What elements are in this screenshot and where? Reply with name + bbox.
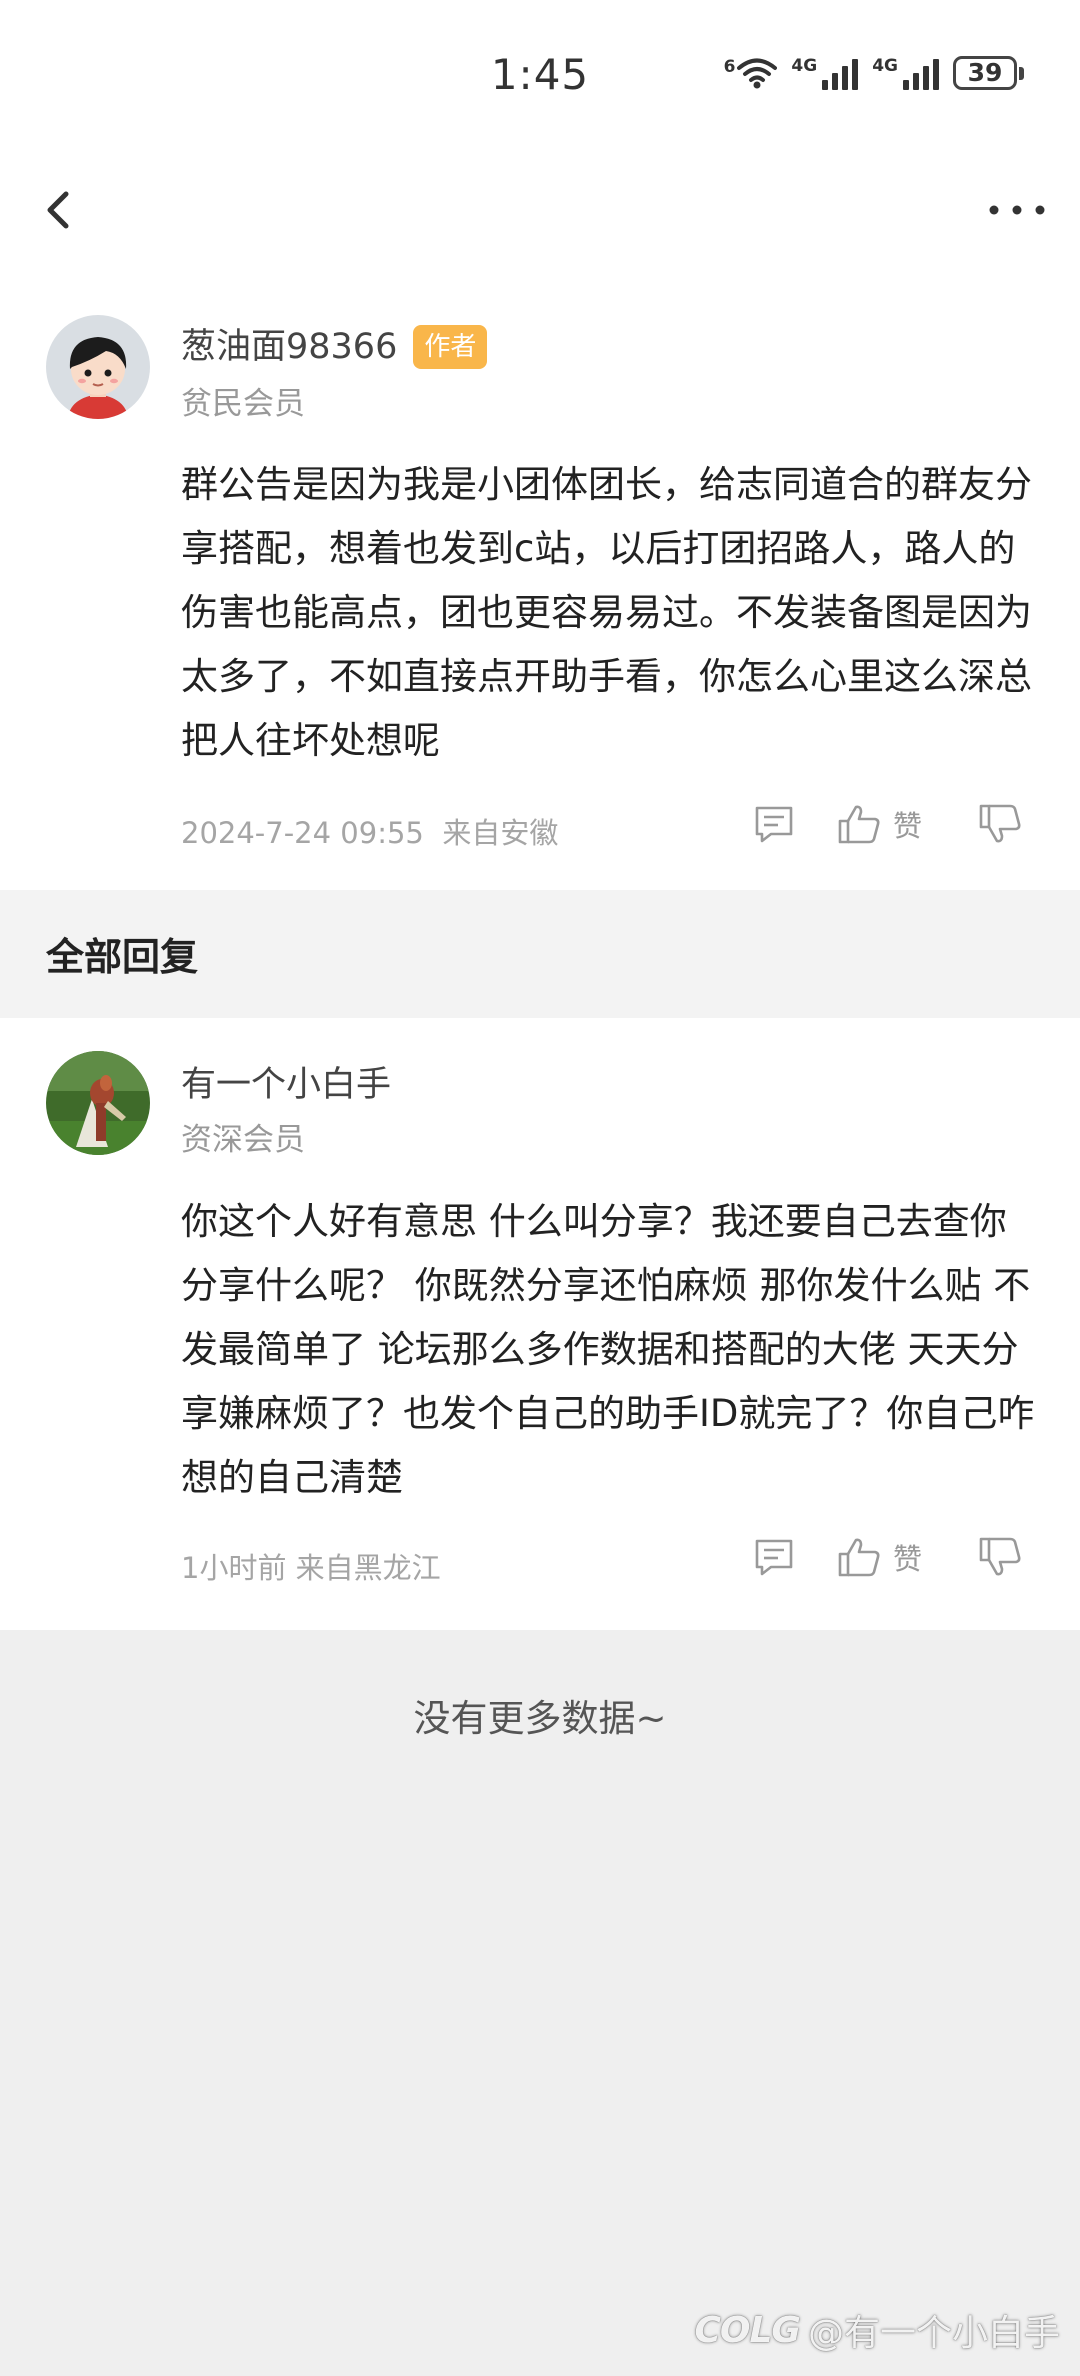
post-location: 来自安徽 — [442, 816, 559, 850]
nav-bar — [0, 150, 1080, 270]
battery-icon: 39 — [953, 56, 1024, 90]
reply-user-name[interactable]: 有一个小白手 — [181, 1056, 391, 1107]
reply-actions: 赞 — [753, 1536, 1022, 1578]
network-label-1: 4G — [791, 56, 818, 76]
post-time: 2024-7-24 09:55 — [181, 816, 424, 850]
avatar[interactable] — [46, 1051, 150, 1155]
more-horizontal-icon — [989, 205, 1045, 215]
like-label: 赞 — [892, 809, 922, 843]
network-label-2: 4G — [872, 56, 898, 76]
post-actions: 赞 — [753, 803, 1022, 845]
thumbs-down-icon — [979, 1537, 1021, 1576]
reply-item: 有一个小白手 资深会员 你这个人好有意思 什么叫分享？我还要自己去查你分享什么呢… — [0, 1018, 1080, 1630]
reply-meta: 1小时前 来自黑龙江 — [181, 1545, 441, 1587]
cell-signal-icon-2: 4G — [872, 56, 939, 90]
status-icons: 6 4G 4G 39 — [724, 56, 1024, 90]
post-content: 群公告是因为我是小团体团长，给志同道合的群友分享搭配，想着也发到c站，以后打团招… — [181, 463, 1032, 762]
section-title: 全部回复 — [46, 935, 199, 979]
like-button[interactable]: 赞 — [837, 1536, 922, 1578]
author-name-text: 葱油面98366 — [181, 327, 398, 367]
status-bar: 1:45 6 4G 4G 39 — [0, 0, 1080, 150]
thumbs-down-icon — [979, 804, 1021, 843]
dislike-button[interactable] — [978, 1536, 1022, 1578]
replies-section-header: 全部回复 — [0, 890, 1080, 1018]
watermark-user: @有一个小白手 — [807, 2313, 1060, 2354]
dislike-button[interactable] — [978, 803, 1022, 845]
reply-content: 你这个人好有意思 什么叫分享？我还要自己去查你分享什么呢？ 你既然分享还怕麻烦 … — [181, 1200, 1035, 1499]
cell-signal-icon-1: 4G — [791, 56, 859, 90]
reply-location: 来自黑龙江 — [295, 1551, 441, 1585]
reply-user-level: 资深会员 — [181, 1122, 305, 1158]
author-name[interactable]: 葱油面98366 作者 — [181, 318, 488, 369]
post-meta: 2024-7-24 09:55 来自安徽 — [181, 810, 558, 852]
wifi-tag: 6 — [723, 57, 736, 77]
comment-button[interactable] — [753, 803, 795, 845]
battery-level: 39 — [953, 56, 1017, 90]
like-button[interactable]: 赞 — [837, 803, 922, 845]
no-more-data-text: 没有更多数据~ — [413, 1697, 667, 1740]
reply-time: 1小时前 — [181, 1551, 287, 1585]
thumbs-up-icon — [838, 1538, 880, 1577]
colg-logo: COLG — [694, 2309, 801, 2351]
wifi-icon: 6 — [724, 57, 778, 89]
comment-button[interactable] — [753, 1536, 795, 1578]
author-level: 贫民会员 — [181, 386, 305, 422]
author-badge: 作者 — [413, 325, 488, 369]
back-button[interactable] — [30, 180, 90, 240]
original-post: 葱油面98366 作者 贫民会员 群公告是因为我是小团体团长，给志同道合的群友分享… — [0, 270, 1080, 890]
thumbs-up-icon — [838, 805, 880, 844]
like-label: 赞 — [892, 1542, 922, 1576]
comment-icon — [755, 806, 793, 843]
comment-icon — [755, 1539, 793, 1576]
more-options-button[interactable] — [982, 180, 1052, 240]
watermark: COLG @有一个小白手 — [694, 2304, 1060, 2356]
chevron-left-icon — [47, 191, 69, 229]
avatar[interactable] — [46, 315, 150, 419]
